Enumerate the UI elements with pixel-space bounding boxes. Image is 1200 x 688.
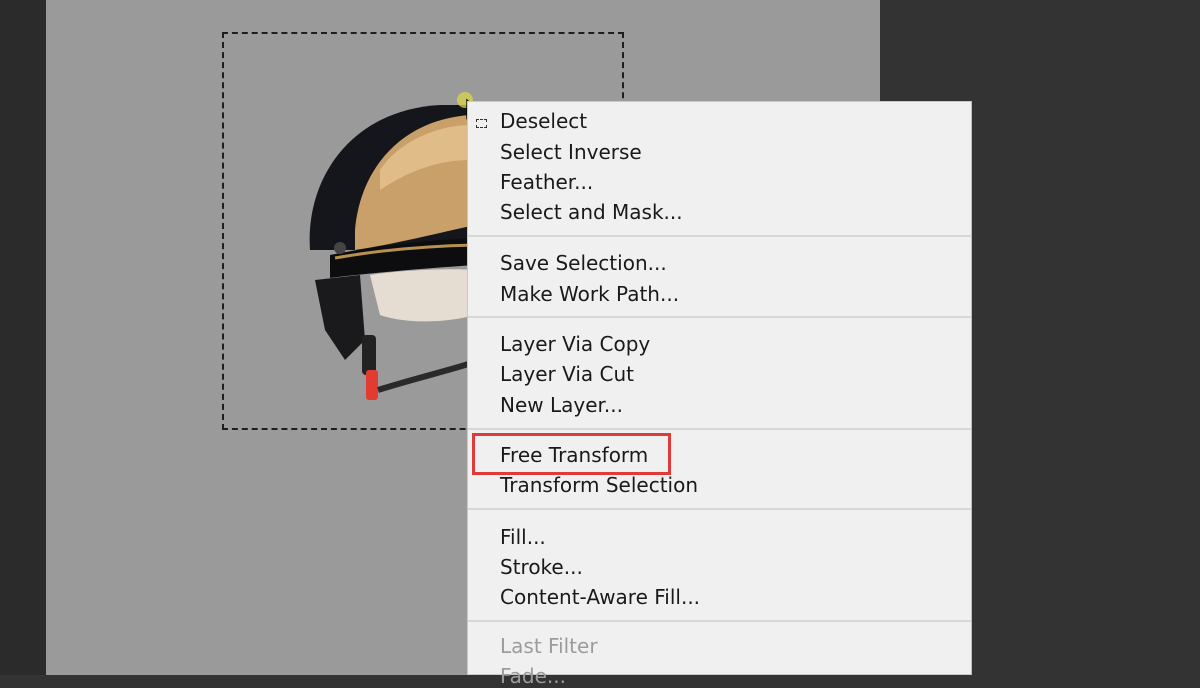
- menu-item-fade: Fade...: [500, 664, 566, 688]
- menu-separator: [468, 235, 971, 237]
- free-transform-highlight: [472, 433, 671, 475]
- marquee-icon: [476, 119, 487, 128]
- menu-item-deselect[interactable]: Deselect: [500, 109, 587, 133]
- menu-item-layer-via-copy[interactable]: Layer Via Copy: [500, 332, 650, 356]
- menu-item-new-layer[interactable]: New Layer...: [500, 393, 623, 417]
- menu-separator: [468, 428, 971, 430]
- menu-item-fill[interactable]: Fill...: [500, 525, 546, 549]
- menu-item-feather[interactable]: Feather...: [500, 170, 593, 194]
- menu-separator: [468, 508, 971, 510]
- menu-item-stroke[interactable]: Stroke...: [500, 555, 583, 579]
- menu-item-select-inverse[interactable]: Select Inverse: [500, 140, 642, 164]
- menu-item-transform-selection[interactable]: Transform Selection: [500, 473, 698, 497]
- menu-item-layer-via-cut[interactable]: Layer Via Cut: [500, 362, 634, 386]
- menu-item-save-selection[interactable]: Save Selection...: [500, 251, 667, 275]
- menu-item-content-aware-fill[interactable]: Content-Aware Fill...: [500, 585, 700, 609]
- menu-separator: [468, 620, 971, 622]
- context-menu: Deselect Select Inverse Feather... Selec…: [467, 101, 972, 688]
- workspace-left-strip: [0, 0, 46, 675]
- menu-item-make-work-path[interactable]: Make Work Path...: [500, 282, 679, 306]
- menu-item-select-and-mask[interactable]: Select and Mask...: [500, 200, 683, 224]
- helmet-image: [309, 105, 476, 400]
- menu-item-last-filter: Last Filter: [500, 634, 598, 658]
- menu-separator: [468, 316, 971, 318]
